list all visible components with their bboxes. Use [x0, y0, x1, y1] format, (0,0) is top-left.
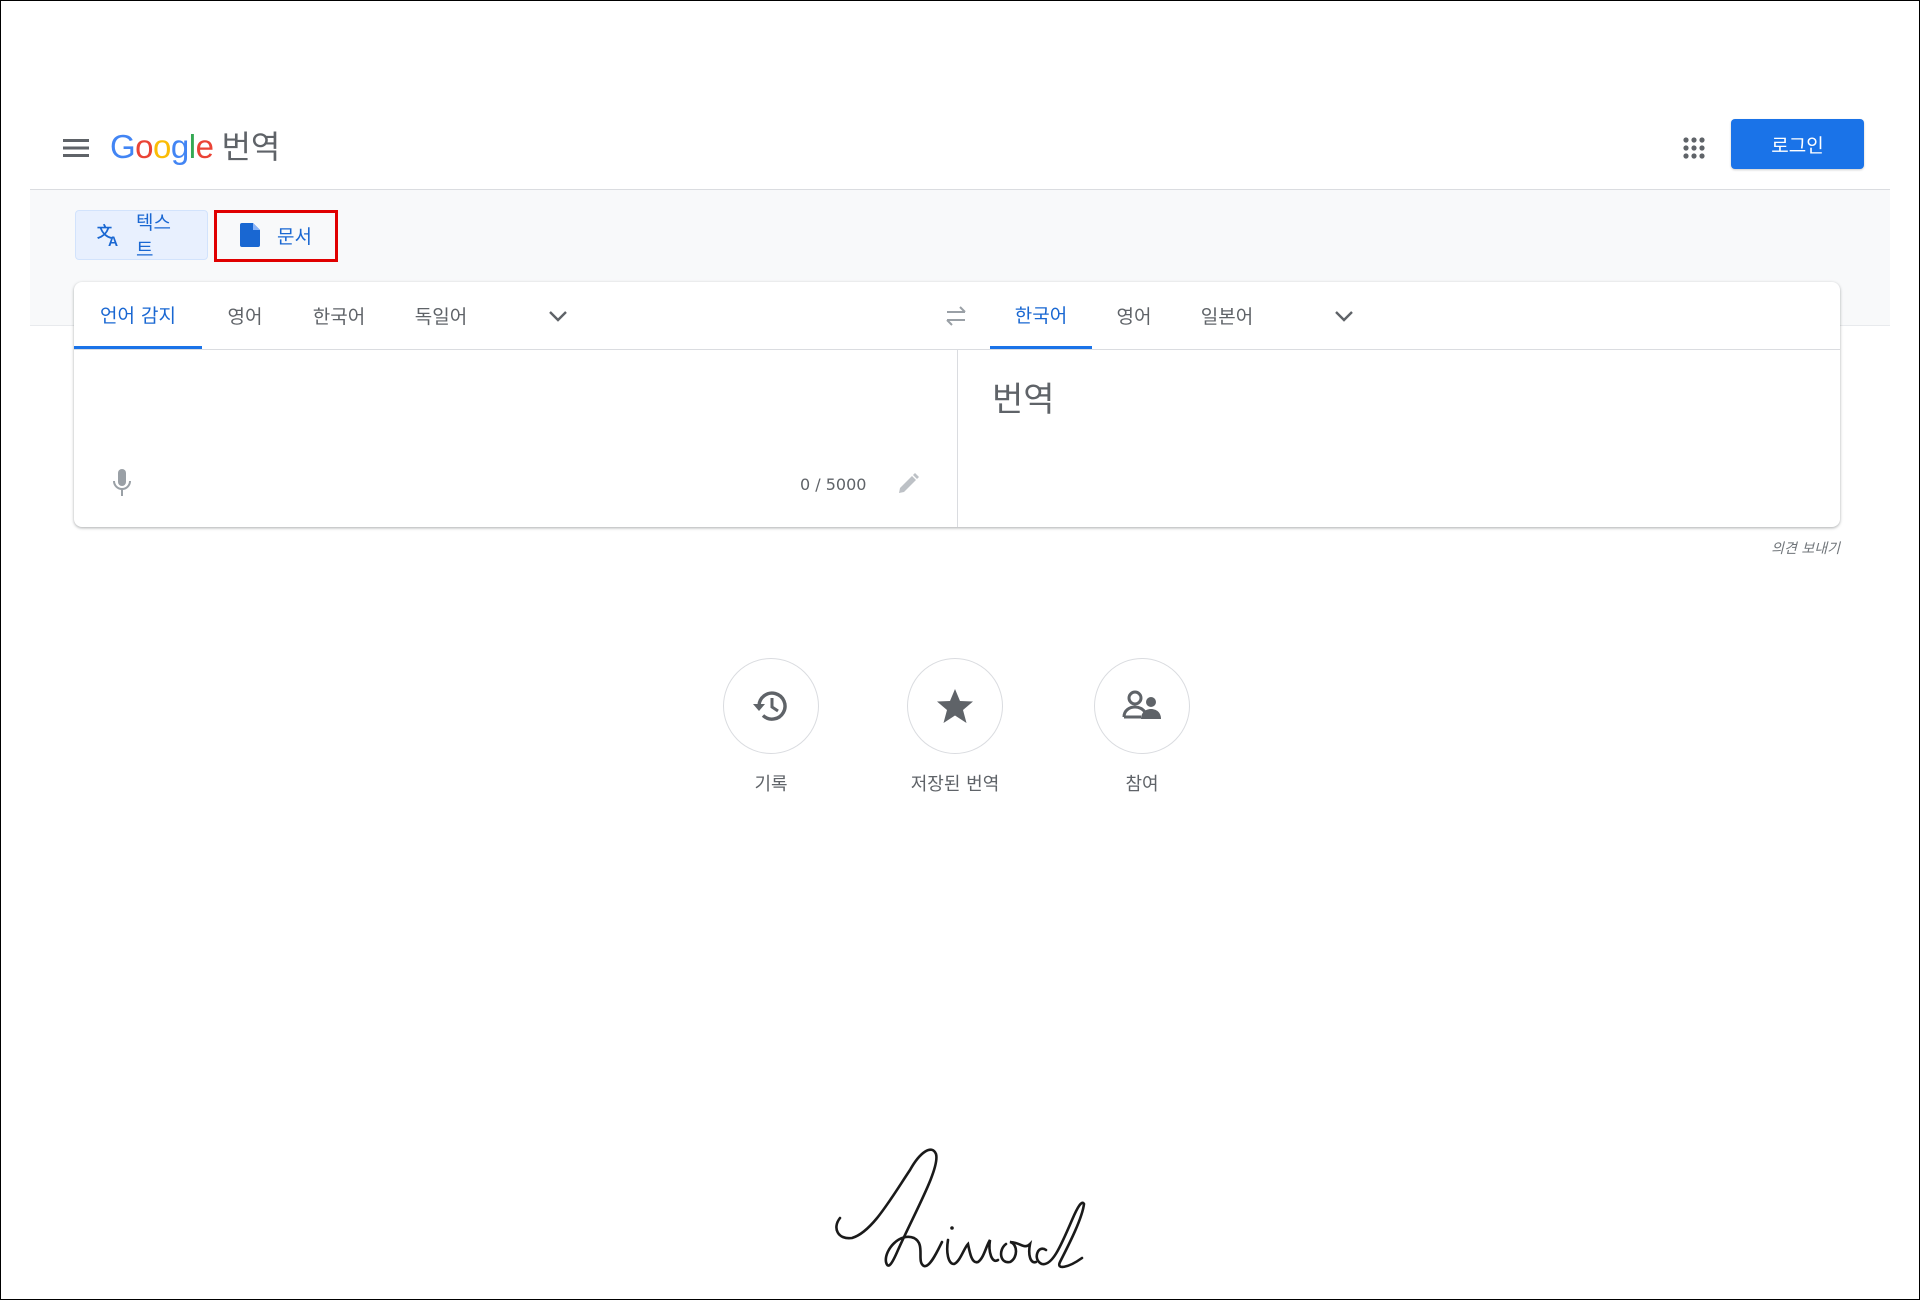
community-icon	[1122, 690, 1161, 719]
hamburger-menu-icon	[63, 139, 89, 157]
google-apps-button[interactable]	[1670, 124, 1718, 172]
community-label: 참여	[1125, 774, 1159, 795]
svg-text:A: A	[108, 233, 118, 248]
app-header: Google 번역 로그인	[30, 100, 1890, 190]
saved-translations-button[interactable]: 저장된 번역	[885, 658, 1025, 796]
community-button[interactable]: 참여	[1072, 658, 1212, 796]
logo-letter: o	[135, 128, 154, 165]
source-lang-tab-detect[interactable]: 언어 감지	[74, 282, 202, 349]
target-lang-tab-japanese[interactable]: 일본어	[1176, 282, 1278, 349]
tab-text-label: 텍스트	[136, 212, 171, 261]
source-lang-tab-german[interactable]: 독일어	[390, 282, 492, 349]
source-lang-tab-korean[interactable]: 한국어	[288, 282, 390, 349]
community-circle	[1094, 658, 1190, 754]
star-icon	[937, 689, 973, 723]
translate-icon: 文 A	[96, 222, 122, 248]
translation-output: 번역	[992, 380, 1055, 420]
history-label: 기록	[754, 774, 788, 795]
history-circle	[723, 658, 819, 754]
tab-document[interactable]: 문서	[217, 210, 337, 260]
handwriting-input-button[interactable]	[892, 468, 924, 500]
history-button[interactable]: 기록	[701, 658, 841, 796]
swap-languages-button[interactable]	[936, 296, 976, 336]
google-wordmark: Google	[110, 128, 214, 166]
logo-letter: g	[170, 128, 189, 165]
voice-input-button[interactable]	[104, 465, 140, 501]
tab-text[interactable]: 文 A 텍스트	[75, 210, 208, 261]
history-icon	[753, 691, 787, 721]
source-text-input[interactable]	[94, 362, 938, 446]
google-translate-logo[interactable]: Google 번역	[110, 122, 280, 168]
translation-card: 언어 감지 영어 한국어 독일어 한국어 영어 일본어 0 / 5000 번역	[74, 282, 1840, 527]
send-feedback-link[interactable]: 의견 보내기	[1720, 538, 1840, 558]
handwritten-signature	[835, 1148, 1086, 1269]
chevron-down-icon	[1335, 311, 1353, 322]
logo-letter: o	[153, 128, 171, 165]
main-menu-button[interactable]	[56, 128, 96, 168]
logo-letter: e	[195, 128, 214, 165]
tab-document-label: 문서	[277, 225, 312, 248]
character-counter: 0 / 5000	[800, 475, 867, 494]
source-lang-more-button[interactable]	[540, 298, 576, 334]
saved-label: 저장된 번역	[910, 774, 1000, 795]
pencil-icon	[899, 473, 919, 493]
apps-grid-icon	[1683, 137, 1705, 159]
chevron-down-icon	[549, 311, 567, 322]
product-name: 번역	[221, 128, 281, 166]
saved-circle	[907, 658, 1003, 754]
target-lang-more-button[interactable]	[1326, 298, 1362, 334]
logo-letter: G	[110, 128, 136, 165]
document-icon	[237, 222, 263, 248]
source-lang-tab-english[interactable]: 영어	[202, 282, 288, 349]
language-bar: 언어 감지 영어 한국어 독일어 한국어 영어 일본어	[74, 282, 1840, 350]
panel-divider	[957, 349, 958, 527]
microphone-icon	[113, 469, 131, 496]
swap-arrows-icon	[946, 306, 966, 326]
login-button[interactable]: 로그인	[1731, 119, 1864, 169]
logo-letter: l	[188, 128, 196, 165]
target-lang-tab-korean[interactable]: 한국어	[990, 282, 1092, 349]
target-lang-tab-english[interactable]: 영어	[1092, 282, 1176, 349]
